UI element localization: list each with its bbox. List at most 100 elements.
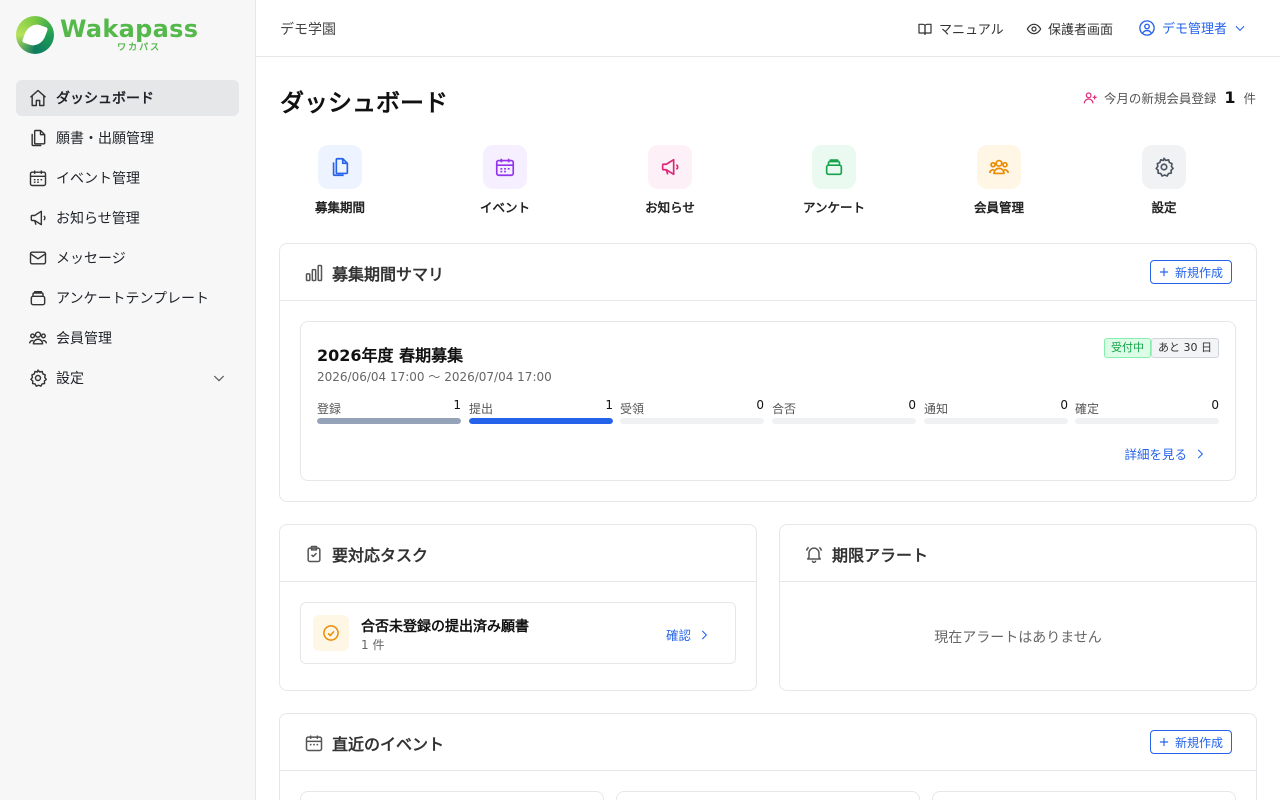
tasks-card: 要対応タスク 合否未登録の提出済み願書 1 件 確認 bbox=[279, 524, 757, 691]
sidebar-nav: ダッシュボード 願書・出願管理 イベント管理 お知らせ管理 メッセージ アンケー… bbox=[16, 80, 239, 400]
recruitment-summary-card: 募集期間サマリ 新規作成 2026年度 春期募集 2026/06/04 17:0… bbox=[279, 243, 1257, 502]
brand-kana: ワカパス bbox=[117, 43, 162, 53]
new-event-button[interactable]: 新規作成 bbox=[1149, 730, 1232, 754]
quick-action-events[interactable]: イベント bbox=[445, 145, 565, 216]
task-count: 1 件 bbox=[361, 638, 385, 652]
brand-logo[interactable]: Wakapass ワカパス bbox=[16, 16, 198, 54]
clipboard-icon bbox=[307, 545, 321, 563]
quick-action-notices[interactable]: お知らせ bbox=[610, 145, 730, 216]
sidebar-item-settings[interactable]: 設定 bbox=[16, 360, 239, 396]
recruitment-period-item[interactable]: 2026年度 春期募集 2026/06/04 17:00 〜 2026/07/0… bbox=[300, 321, 1236, 481]
sidebar-item-label: アンケートテンプレート bbox=[56, 291, 210, 307]
quick-action-members[interactable]: 会員管理 bbox=[939, 145, 1059, 216]
school-name: デモ学園 bbox=[280, 22, 336, 38]
task-confirm-link[interactable]: 確認 bbox=[666, 625, 711, 644]
deadline-alerts-card: 期限アラート 現在アラートはありません bbox=[779, 524, 1257, 691]
sidebar-item-messages[interactable]: メッセージ bbox=[16, 240, 239, 276]
stage-submitted: 提出 1 bbox=[469, 398, 613, 424]
card-title: 募集期間サマリ bbox=[304, 261, 444, 285]
bell-icon bbox=[805, 546, 823, 564]
plus-icon bbox=[1159, 737, 1169, 747]
quick-action-label: 募集期間 bbox=[314, 200, 365, 215]
book-icon bbox=[918, 23, 932, 35]
guardian-view-link[interactable]: 保護者画面 bbox=[1026, 19, 1113, 38]
chevron-right-icon bbox=[1197, 449, 1204, 458]
sidebar-item-label: ダッシュボード bbox=[56, 91, 154, 107]
calendar-icon bbox=[495, 158, 515, 177]
event-card[interactable] bbox=[300, 791, 604, 800]
quick-action-recruitment[interactable]: 募集期間 bbox=[280, 145, 400, 216]
progress-bar bbox=[317, 418, 461, 424]
recent-events-card: 直近のイベント 新規作成 bbox=[279, 713, 1257, 800]
stage-notified: 通知 0 bbox=[924, 398, 1068, 424]
quick-actions: 募集期間 イベント お知らせ アンケート 会員管理 設定 bbox=[280, 145, 1256, 215]
manual-link[interactable]: マニュアル bbox=[917, 19, 1004, 38]
page-title: ダッシュボード bbox=[280, 89, 448, 117]
sidebar-item-notices[interactable]: お知らせ管理 bbox=[16, 200, 239, 236]
task-title: 合否未登録の提出済み願書 bbox=[361, 619, 529, 635]
sidebar-item-events[interactable]: イベント管理 bbox=[16, 160, 239, 196]
megaphone-icon bbox=[30, 210, 46, 226]
home-icon bbox=[30, 89, 46, 107]
check-circle-icon bbox=[323, 625, 339, 641]
gear-icon bbox=[30, 369, 47, 387]
sidebar-item-label: 設定 bbox=[56, 371, 84, 387]
manual-label: マニュアル bbox=[939, 23, 1004, 38]
megaphone-icon bbox=[661, 158, 679, 176]
sidebar-item-applications[interactable]: 願書・出願管理 bbox=[16, 120, 239, 156]
sidebar-item-label: お知らせ管理 bbox=[56, 211, 140, 227]
new-recruitment-button[interactable]: 新規作成 bbox=[1149, 260, 1232, 284]
quick-action-label: お知らせ bbox=[645, 200, 695, 215]
bar-chart-icon bbox=[305, 264, 323, 282]
progress-bar bbox=[1075, 418, 1219, 424]
brand-name: Wakapass bbox=[60, 15, 199, 43]
sidebar-item-survey-templates[interactable]: アンケートテンプレート bbox=[16, 280, 239, 316]
progress-bar bbox=[924, 418, 1068, 424]
card-title: 要対応タスク bbox=[304, 542, 428, 566]
sidebar-item-members[interactable]: 会員管理 bbox=[16, 320, 239, 356]
view-details-link[interactable]: 詳細を見る bbox=[1124, 444, 1207, 463]
no-alerts-message: 現在アラートはありません bbox=[934, 630, 1102, 646]
documents-icon bbox=[31, 129, 46, 147]
card-title: 期限アラート bbox=[804, 542, 928, 566]
plus-icon bbox=[1159, 267, 1169, 277]
progress-bar bbox=[620, 418, 764, 424]
guardian-view-label: 保護者画面 bbox=[1048, 23, 1114, 38]
chevron-down-icon[interactable] bbox=[211, 370, 227, 386]
task-item[interactable]: 合否未登録の提出済み願書 1 件 確認 bbox=[300, 602, 736, 664]
sidebar-item-label: 会員管理 bbox=[56, 331, 112, 347]
event-card[interactable] bbox=[616, 791, 920, 800]
sidebar-item-label: メッセージ bbox=[56, 251, 126, 267]
progress-bar bbox=[469, 418, 613, 424]
stage-registered: 登録 1 bbox=[317, 398, 461, 424]
quick-action-surveys[interactable]: アンケート bbox=[774, 145, 894, 216]
remaining-days-badge: あと 30 日 bbox=[1151, 338, 1219, 358]
period-range: 2026/06/04 17:00 〜 2026/07/04 17:00 bbox=[317, 370, 552, 384]
mail-icon bbox=[29, 251, 47, 265]
user-circle-icon bbox=[1139, 19, 1155, 36]
chevron-right-icon bbox=[701, 630, 708, 639]
quick-action-label: 会員管理 bbox=[973, 200, 1024, 215]
documents-icon bbox=[332, 157, 349, 177]
stage-received: 受領 0 bbox=[620, 398, 764, 424]
stack-icon bbox=[825, 159, 843, 176]
quick-action-label: アンケート bbox=[802, 200, 865, 215]
status-badge: 受付中 bbox=[1104, 338, 1151, 358]
sidebar-item-label: 願書・出願管理 bbox=[56, 131, 154, 147]
top-header: デモ学園 マニュアル 保護者画面 デモ管理者 bbox=[256, 0, 1280, 57]
new-members-count: 1 bbox=[1224, 88, 1236, 107]
event-card[interactable] bbox=[932, 791, 1236, 800]
user-plus-icon bbox=[1083, 91, 1097, 103]
quick-action-settings[interactable]: 設定 bbox=[1104, 145, 1224, 216]
user-menu[interactable]: デモ管理者 bbox=[1138, 18, 1247, 37]
new-members-label: 今月の新規会員登録 bbox=[1103, 91, 1217, 106]
user-name: デモ管理者 bbox=[1162, 22, 1228, 37]
chevron-down-icon bbox=[1235, 25, 1245, 31]
users-icon bbox=[28, 331, 48, 345]
users-icon bbox=[989, 159, 1009, 175]
stack-icon bbox=[30, 291, 46, 306]
eye-icon bbox=[1026, 23, 1042, 34]
sidebar-item-dashboard[interactable]: ダッシュボード bbox=[16, 80, 239, 116]
calendar-icon bbox=[29, 170, 47, 187]
logo-mark-icon bbox=[16, 16, 54, 54]
